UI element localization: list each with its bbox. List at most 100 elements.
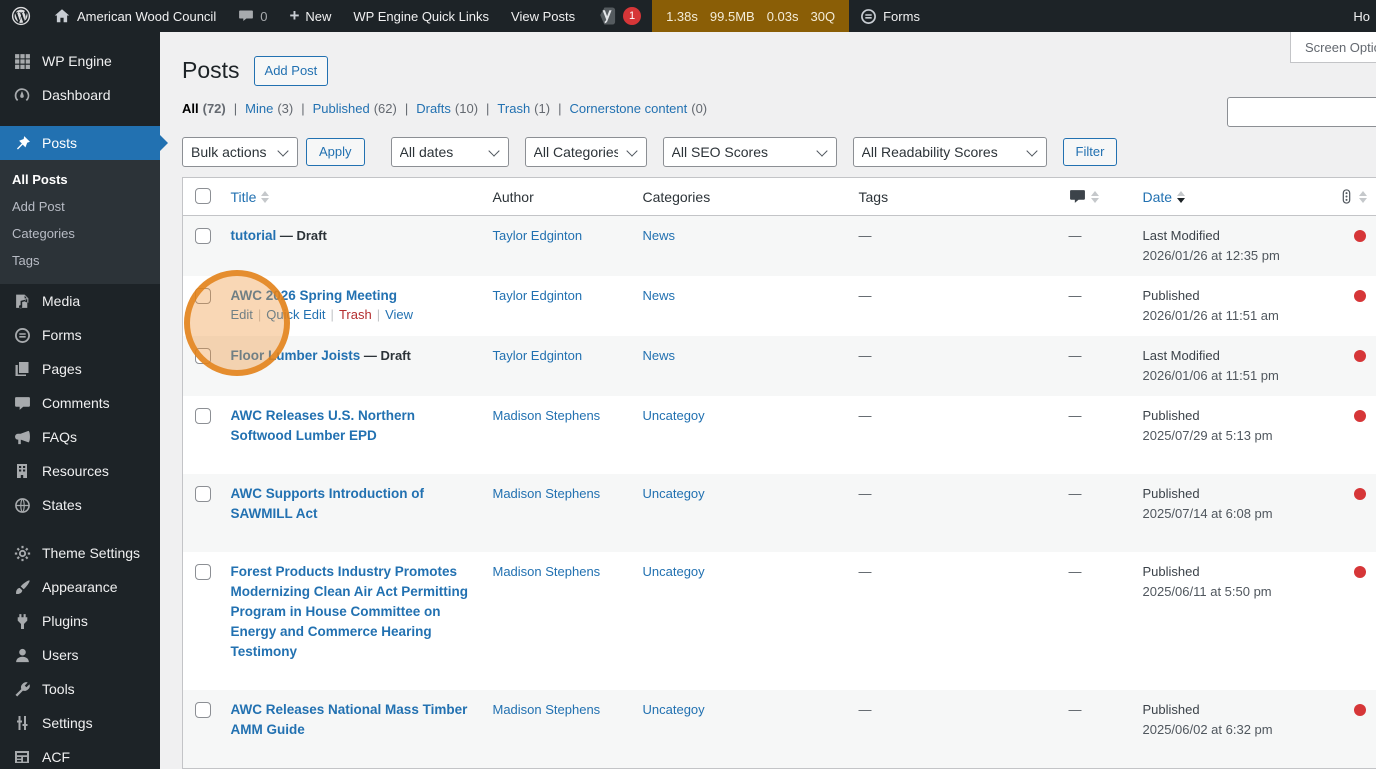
dates-filter-select[interactable]: All dates	[391, 137, 509, 167]
view-posts-menu[interactable]: View Posts	[500, 0, 586, 32]
post-title-link[interactable]: Floor Lumber Joists	[231, 348, 361, 363]
sort-by-seo-score[interactable]	[1339, 189, 1367, 205]
post-title-link[interactable]: tutorial	[231, 228, 277, 243]
view-action[interactable]: View	[385, 307, 413, 322]
sidebar-item-forms[interactable]: Forms	[0, 318, 160, 352]
seo-score-red-dot	[1354, 350, 1366, 362]
sidebar-item-plugins[interactable]: Plugins	[0, 604, 160, 638]
edit-action[interactable]: Edit	[231, 307, 253, 322]
plug-icon	[12, 611, 32, 631]
howdy-account-menu[interactable]: Ho	[1342, 0, 1376, 32]
screen-options-tab[interactable]: Screen Options	[1290, 32, 1376, 63]
sidebar-item-faqs[interactable]: FAQs	[0, 420, 160, 454]
user-icon	[12, 645, 32, 665]
building-icon	[12, 461, 32, 481]
main-content: Posts Add Post All(72) Mine(3) Published…	[160, 32, 1376, 769]
post-row: AWC Supports Introduction of SAWMILL Act…	[183, 474, 1376, 552]
comments-empty: —	[1069, 288, 1082, 303]
category-link[interactable]: News	[643, 288, 676, 303]
categories-filter-select[interactable]: All Categories	[525, 137, 647, 167]
sidebar-item-settings[interactable]: Settings	[0, 706, 160, 740]
author-link[interactable]: Taylor Edginton	[493, 348, 583, 363]
sidebar-item-media[interactable]: Media	[0, 284, 160, 318]
sidebar-item-appearance[interactable]: Appearance	[0, 570, 160, 604]
category-link[interactable]: Uncategoy	[643, 486, 705, 501]
quick-edit-action[interactable]: Quick Edit	[266, 307, 325, 322]
row-checkbox[interactable]	[195, 228, 211, 244]
bulk-actions-select[interactable]: Bulk actions	[182, 137, 298, 167]
row-checkbox[interactable]	[195, 486, 211, 502]
sidebar-item-wp-engine[interactable]: WP Engine	[0, 44, 160, 78]
trash-action[interactable]: Trash	[339, 307, 372, 322]
sidebar-item-acf[interactable]: ACF	[0, 740, 160, 769]
comments-empty: —	[1069, 486, 1082, 501]
category-link[interactable]: Uncategoy	[643, 564, 705, 579]
author-link[interactable]: Madison Stephens	[493, 408, 601, 423]
post-title-link[interactable]: AWC Releases U.S. Northern Softwood Lumb…	[231, 408, 416, 443]
row-checkbox[interactable]	[195, 702, 211, 718]
tags-empty: —	[859, 288, 872, 303]
column-tags: Tags	[849, 178, 1059, 216]
submenu-item-add-post[interactable]: Add Post	[0, 193, 160, 220]
filter-button[interactable]: Filter	[1063, 138, 1118, 166]
tags-empty: —	[859, 228, 872, 243]
author-link[interactable]: Madison Stephens	[493, 564, 601, 579]
post-title-link[interactable]: AWC 2026 Spring Meeting	[231, 288, 398, 303]
author-link[interactable]: Taylor Edginton	[493, 288, 583, 303]
sidebar-item-tools[interactable]: Tools	[0, 672, 160, 706]
sort-by-comments[interactable]	[1069, 188, 1099, 205]
row-checkbox[interactable]	[195, 348, 211, 364]
submenu-item-categories[interactable]: Categories	[0, 220, 160, 247]
category-link[interactable]: Uncategoy	[643, 702, 705, 717]
seo-scores-filter-select[interactable]: All SEO Scores	[663, 137, 837, 167]
sort-by-date[interactable]: Date	[1143, 189, 1186, 205]
filter-trash: Trash(1)	[478, 101, 550, 116]
qm-page-time: 1.38s	[666, 9, 698, 24]
author-link[interactable]: Madison Stephens	[493, 702, 601, 717]
add-post-button[interactable]: Add Post	[254, 56, 329, 86]
filter-mine: Mine(3)	[226, 101, 293, 116]
gravity-forms-icon	[12, 325, 32, 345]
category-link[interactable]: News	[643, 228, 676, 243]
date-status: Last Modified	[1143, 226, 1319, 246]
seo-score-red-dot	[1354, 410, 1366, 422]
post-title-link[interactable]: AWC Releases National Mass Timber AMM Gu…	[231, 702, 468, 737]
category-link[interactable]: Uncategoy	[643, 408, 705, 423]
posts-table: Title Author Categories Tags Date tu	[182, 177, 1376, 769]
seo-score-red-dot	[1354, 230, 1366, 242]
sidebar-item-users[interactable]: Users	[0, 638, 160, 672]
wordpress-logo-menu[interactable]	[0, 0, 42, 32]
sort-by-title[interactable]: Title	[231, 189, 270, 205]
table-header-row: Title Author Categories Tags Date	[183, 178, 1376, 216]
wp-engine-quick-links-menu[interactable]: WP Engine Quick Links	[342, 0, 500, 32]
readability-scores-filter-select[interactable]: All Readability Scores	[853, 137, 1047, 167]
post-title-link[interactable]: Forest Products Industry Promotes Modern…	[231, 564, 469, 659]
sidebar-item-comments[interactable]: Comments	[0, 386, 160, 420]
row-checkbox[interactable]	[195, 564, 211, 580]
apply-button[interactable]: Apply	[306, 138, 365, 166]
sidebar-item-resources[interactable]: Resources	[0, 454, 160, 488]
row-checkbox[interactable]	[195, 288, 211, 304]
sort-arrows-icon	[1177, 191, 1185, 203]
yoast-seo-menu[interactable]: 1	[586, 0, 652, 32]
sidebar-item-pages[interactable]: Pages	[0, 352, 160, 386]
admin-bar-comments[interactable]: 0	[227, 0, 278, 32]
author-link[interactable]: Madison Stephens	[493, 486, 601, 501]
sidebar-item-theme-settings[interactable]: Theme Settings	[0, 536, 160, 570]
select-all-checkbox[interactable]	[195, 188, 211, 204]
new-content-menu[interactable]: + New	[278, 0, 342, 32]
author-link[interactable]: Taylor Edginton	[493, 228, 583, 243]
sidebar-item-states[interactable]: States	[0, 488, 160, 522]
submenu-item-tags[interactable]: Tags	[0, 247, 160, 274]
post-title-link[interactable]: AWC Supports Introduction of SAWMILL Act	[231, 486, 424, 521]
submenu-item-all-posts[interactable]: All Posts	[0, 166, 160, 193]
search-posts-input[interactable]	[1227, 97, 1376, 127]
query-monitor-menu[interactable]: 1.38s 99.5MB 0.03s 30Q	[652, 0, 849, 32]
sidebar-item-posts[interactable]: Posts	[0, 126, 160, 160]
forms-menu[interactable]: Forms	[849, 0, 931, 32]
sidebar-item-dashboard[interactable]: Dashboard	[0, 78, 160, 112]
row-checkbox[interactable]	[195, 408, 211, 424]
comments-empty: —	[1069, 348, 1082, 363]
category-link[interactable]: News	[643, 348, 676, 363]
site-name-menu[interactable]: American Wood Council	[42, 0, 227, 32]
